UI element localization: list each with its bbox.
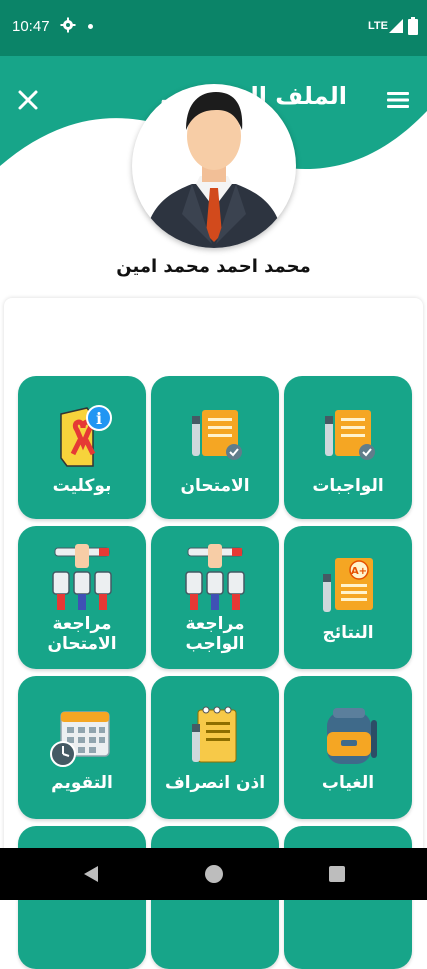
exam-review-icon xyxy=(52,544,112,610)
tile-label: التقويم xyxy=(51,773,113,793)
homework-review-icon xyxy=(185,544,245,610)
tile-label: النتائج xyxy=(322,623,374,643)
status-time: 10:47 xyxy=(12,18,50,35)
svg-text:A+: A+ xyxy=(351,566,367,577)
recent-apps-icon[interactable] xyxy=(329,866,345,882)
svg-text:i: i xyxy=(96,409,102,428)
signal-icon xyxy=(389,19,403,33)
exam-icon xyxy=(192,410,242,460)
network-type: LTE xyxy=(368,20,388,32)
back-icon[interactable] xyxy=(82,865,100,883)
tile-label: اذن انصراف xyxy=(164,773,266,793)
user-avatar-icon xyxy=(144,92,284,248)
calendar-icon xyxy=(50,711,110,767)
tile-label: الواجبات xyxy=(312,476,384,496)
battery-icon xyxy=(408,17,418,35)
tile-calendar[interactable]: التقويم xyxy=(18,676,146,819)
homework-icon xyxy=(325,410,375,460)
tile-homework-review[interactable]: مراجعة الواجب xyxy=(151,526,279,669)
status-bar: 10:47 LTE xyxy=(0,0,427,56)
tile-label: مراجعة الامتحان xyxy=(47,614,117,654)
booklet-icon: i xyxy=(60,405,112,467)
tile-label: الامتحان xyxy=(180,476,250,496)
results-icon: A+ xyxy=(323,558,373,612)
absence-icon xyxy=(327,708,377,764)
tile-exam[interactable]: الامتحان xyxy=(151,376,279,519)
menu-button[interactable] xyxy=(384,86,412,114)
tile-label: بوكليت xyxy=(52,476,112,496)
avatar xyxy=(132,84,296,248)
tile-label: الغياب xyxy=(321,773,375,793)
notification-dot-icon xyxy=(88,24,93,29)
tile-booklet[interactable]: i بوكليت xyxy=(18,376,146,519)
settings-gear-icon xyxy=(60,17,76,33)
user-name: محمد احمد محمد امين xyxy=(116,256,311,277)
tile-homework[interactable]: الواجبات xyxy=(284,376,412,519)
tile-leave-permission[interactable]: اذن انصراف xyxy=(151,676,279,819)
home-icon[interactable] xyxy=(205,865,223,883)
tile-exam-review[interactable]: مراجعة الامتحان xyxy=(18,526,146,669)
tile-label: مراجعة الواجب xyxy=(185,614,245,654)
tile-results[interactable]: A+ النتائج xyxy=(284,526,412,669)
close-button[interactable] xyxy=(14,86,42,114)
leave-permission-icon xyxy=(192,706,237,763)
tile-absence[interactable]: الغياب xyxy=(284,676,412,819)
